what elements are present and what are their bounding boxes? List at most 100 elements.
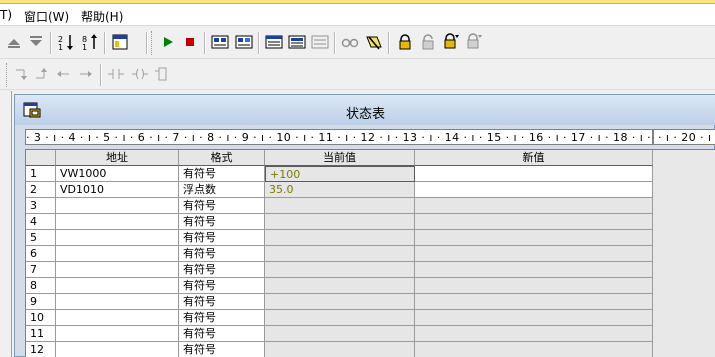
row-number[interactable]: 6 — [26, 246, 56, 262]
current-value-cell[interactable] — [265, 326, 415, 342]
sort-descending-icon[interactable]: 81 — [80, 32, 100, 52]
row-number[interactable]: 2 — [26, 182, 56, 198]
unlock-icon[interactable] — [418, 32, 438, 52]
address-cell[interactable] — [56, 230, 179, 246]
format-cell[interactable]: 有符号 — [179, 326, 265, 342]
current-value-cell[interactable] — [265, 214, 415, 230]
single-read-icon[interactable] — [264, 32, 284, 52]
chart-status-icon[interactable] — [234, 32, 254, 52]
format-cell[interactable]: 有符号 — [179, 214, 265, 230]
format-cell[interactable]: 有符号 — [179, 342, 265, 357]
row-number[interactable]: 7 — [26, 262, 56, 278]
new-value-cell[interactable] — [415, 246, 653, 262]
format-cell[interactable]: 有符号 — [179, 246, 265, 262]
read-all-forced-icon[interactable] — [364, 32, 384, 52]
new-value-cell[interactable] — [415, 166, 653, 182]
ruler-ticks-right: · ı · 20 · ı — [658, 131, 712, 144]
header-current-value[interactable]: 当前值 — [265, 150, 415, 166]
line-right-icon[interactable] — [76, 64, 96, 84]
left-panel-edge — [0, 91, 12, 357]
ruler-column-marker[interactable] — [652, 130, 654, 144]
insert-status-chart-icon[interactable] — [110, 32, 130, 52]
current-value-cell[interactable] — [265, 278, 415, 294]
lock-icon[interactable] — [395, 32, 415, 52]
row-number[interactable]: 9 — [26, 294, 56, 310]
new-value-cell[interactable] — [415, 326, 653, 342]
current-value-cell[interactable] — [265, 342, 415, 357]
header-format[interactable]: 格式 — [179, 150, 265, 166]
line-down-icon[interactable] — [12, 64, 32, 84]
table-row: 12 有符号 — [26, 342, 715, 357]
format-cell[interactable]: 有符号 — [179, 262, 265, 278]
format-cell[interactable]: 有符号 — [179, 166, 265, 182]
address-cell[interactable]: VW1000 — [56, 166, 179, 182]
column-ruler[interactable]: · 3 · ı · 4 · ı · 5 · ı · 6 · ı · 7 · ı … — [25, 129, 715, 145]
current-value-cell[interactable]: +100 — [265, 166, 415, 182]
format-cell[interactable]: 有符号 — [179, 230, 265, 246]
table-empty-area — [653, 150, 715, 357]
row-number[interactable]: 8 — [26, 278, 56, 294]
address-cell[interactable] — [56, 342, 179, 357]
format-cell[interactable]: 有符号 — [179, 278, 265, 294]
row-number[interactable]: 5 — [26, 230, 56, 246]
format-cell[interactable]: 浮点数 — [179, 182, 265, 198]
header-address[interactable]: 地址 — [56, 150, 179, 166]
menu-help[interactable]: 帮助(H) — [81, 8, 123, 25]
current-value-cell[interactable] — [265, 262, 415, 278]
format-cell[interactable]: 有符号 — [179, 198, 265, 214]
row-number[interactable]: 12 — [26, 342, 56, 357]
line-up-icon[interactable] — [32, 64, 52, 84]
scroll-down-icon[interactable] — [26, 32, 46, 52]
box-icon[interactable] — [152, 64, 172, 84]
header-new-value[interactable]: 新值 — [415, 150, 653, 166]
address-cell[interactable] — [56, 198, 179, 214]
current-value-cell[interactable]: 35.0 — [265, 182, 415, 198]
stop-icon[interactable] — [180, 32, 200, 52]
contact-icon[interactable] — [106, 64, 126, 84]
current-value-cell[interactable] — [265, 198, 415, 214]
sort-ascending-icon[interactable]: 21 — [56, 32, 76, 52]
table-row: 1 VW1000 有符号 +100 — [26, 166, 715, 182]
address-cell[interactable] — [56, 294, 179, 310]
current-value-cell[interactable] — [265, 246, 415, 262]
header-corner[interactable] — [26, 150, 56, 166]
address-cell[interactable] — [56, 310, 179, 326]
program-status-icon[interactable] — [210, 32, 230, 52]
line-left-icon[interactable] — [53, 64, 73, 84]
new-value-cell[interactable] — [415, 198, 653, 214]
menu-tools[interactable]: T) — [0, 8, 12, 22]
new-value-cell[interactable] — [415, 294, 653, 310]
address-cell[interactable] — [56, 246, 179, 262]
write-all-icon[interactable] — [287, 32, 307, 52]
current-value-cell[interactable] — [265, 294, 415, 310]
new-value-cell[interactable] — [415, 262, 653, 278]
new-value-cell[interactable] — [415, 278, 653, 294]
row-number[interactable]: 4 — [26, 214, 56, 230]
address-cell[interactable] — [56, 278, 179, 294]
format-cell[interactable]: 有符号 — [179, 294, 265, 310]
address-cell[interactable] — [56, 326, 179, 342]
coil-icon[interactable] — [130, 64, 150, 84]
scroll-up-icon[interactable] — [4, 32, 24, 52]
current-value-cell[interactable] — [265, 310, 415, 326]
glasses-icon[interactable] — [340, 32, 360, 52]
row-number[interactable]: 11 — [26, 326, 56, 342]
current-value-cell[interactable] — [265, 230, 415, 246]
new-value-cell[interactable] — [415, 230, 653, 246]
row-number[interactable]: 10 — [26, 310, 56, 326]
new-value-cell[interactable] — [415, 310, 653, 326]
new-value-cell[interactable] — [415, 342, 653, 357]
format-cell[interactable]: 有符号 — [179, 310, 265, 326]
address-cell[interactable] — [56, 262, 179, 278]
menu-window[interactable]: 窗口(W) — [24, 8, 69, 25]
force-icon[interactable] — [310, 32, 330, 52]
address-cell[interactable]: VD1010 — [56, 182, 179, 198]
run-icon[interactable] — [158, 32, 178, 52]
unforce-all-icon[interactable] — [441, 32, 461, 52]
row-number[interactable]: 1 — [26, 166, 56, 182]
new-value-cell[interactable] — [415, 182, 653, 198]
read-forced-icon[interactable] — [464, 32, 484, 52]
address-cell[interactable] — [56, 214, 179, 230]
row-number[interactable]: 3 — [26, 198, 56, 214]
new-value-cell[interactable] — [415, 214, 653, 230]
